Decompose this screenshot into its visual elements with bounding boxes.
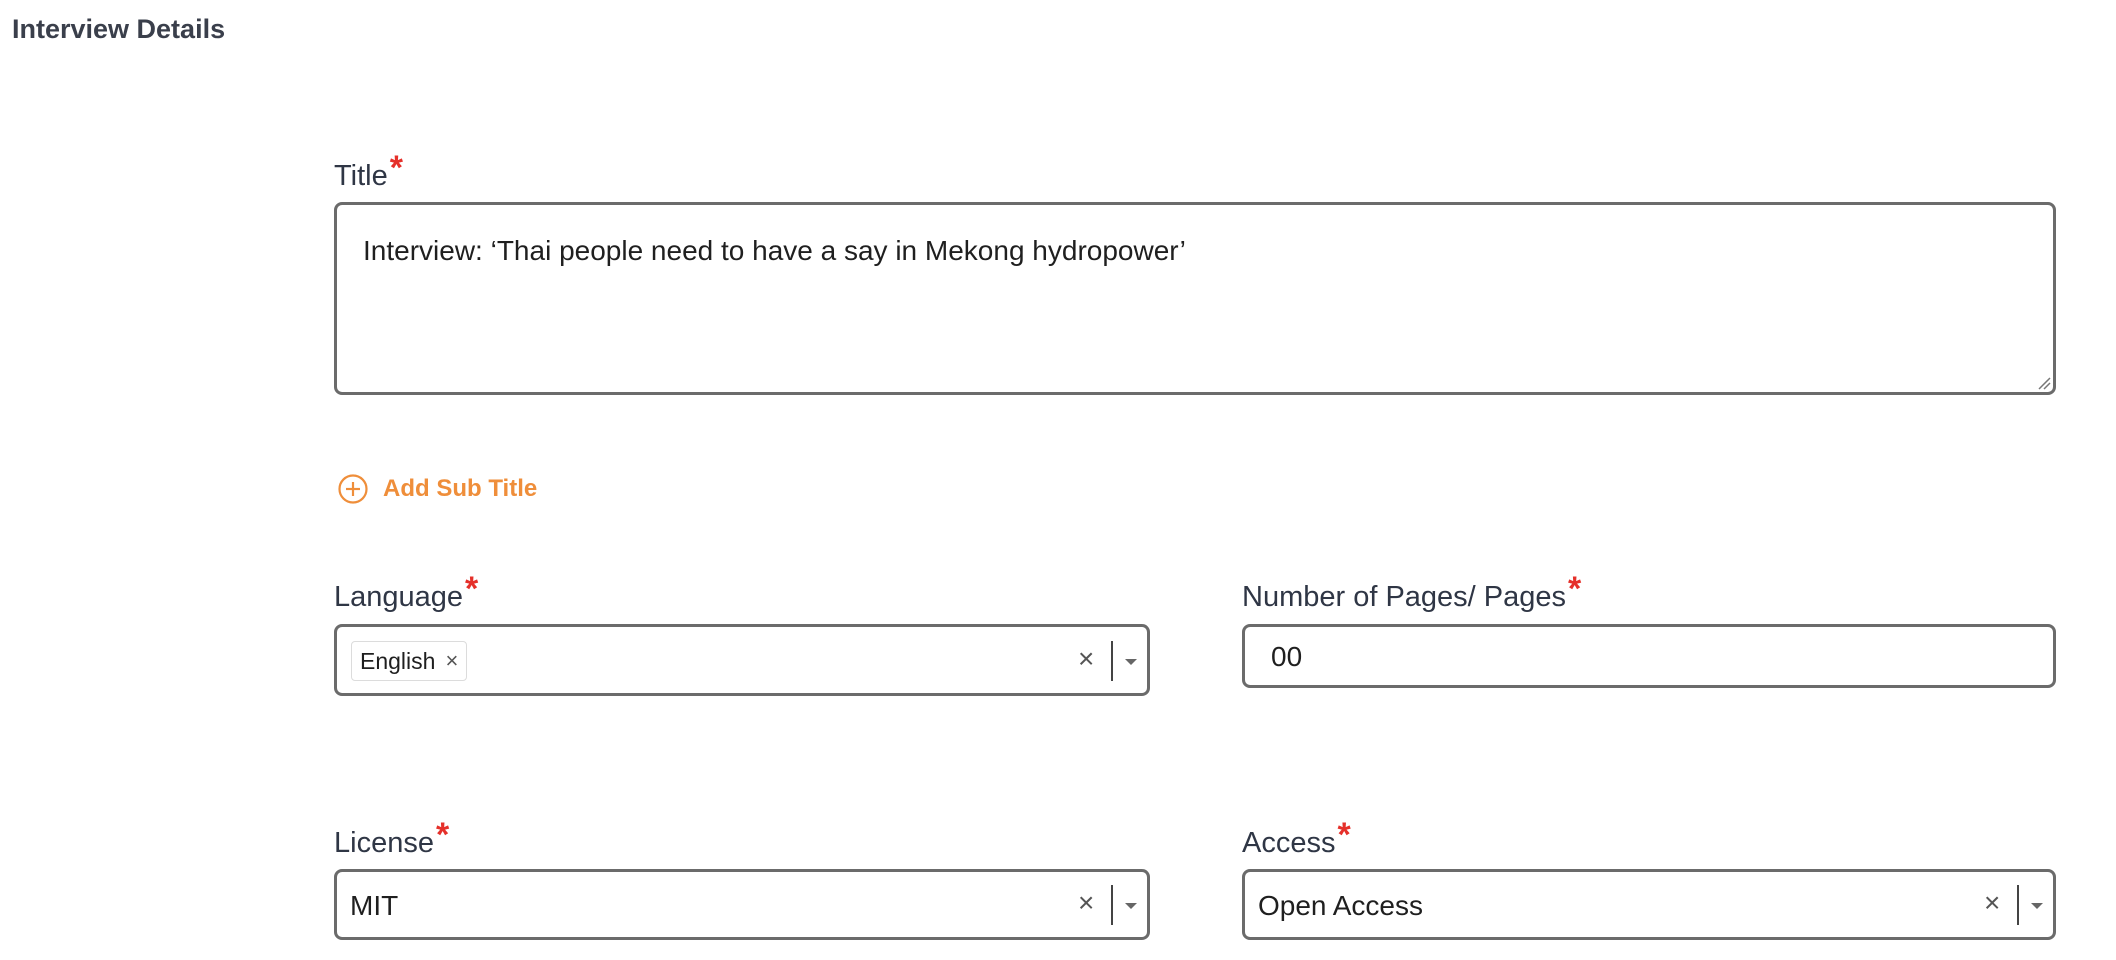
pages-input-value: 00 xyxy=(1271,641,1303,672)
title-label-text: Title xyxy=(334,160,388,192)
separator xyxy=(1111,885,1113,925)
title-textarea-value: Interview: ‘Thai people need to have a s… xyxy=(363,235,1186,266)
plus-circle-icon xyxy=(338,474,368,504)
access-label: Access* xyxy=(1242,818,1351,860)
clear-icon[interactable]: × xyxy=(1984,887,2000,919)
access-select[interactable]: Open Access × xyxy=(1242,869,2056,940)
add-subtitle-button[interactable]: Add Sub Title xyxy=(337,473,537,505)
required-asterisk: * xyxy=(1337,816,1351,854)
add-subtitle-label: Add Sub Title xyxy=(383,475,538,502)
chevron-down-icon[interactable] xyxy=(2031,903,2043,909)
required-asterisk: * xyxy=(1568,570,1582,608)
chevron-down-icon[interactable] xyxy=(1125,659,1137,665)
title-textarea[interactable]: Interview: ‘Thai people need to have a s… xyxy=(334,202,2056,395)
language-tag-label: English xyxy=(360,647,436,674)
clear-icon[interactable]: × xyxy=(1078,643,1094,675)
required-asterisk: * xyxy=(465,570,479,608)
license-label: License* xyxy=(334,818,449,860)
resize-grip-icon[interactable] xyxy=(2035,374,2051,390)
section-title: Interview Details xyxy=(12,14,226,44)
language-select[interactable]: English × × xyxy=(334,624,1150,696)
required-asterisk: * xyxy=(435,816,450,854)
language-tag-english: English × xyxy=(351,641,468,681)
pages-label-text: Number of Pages/ Pages xyxy=(1242,581,1567,613)
separator xyxy=(2017,885,2019,925)
title-label: Title* xyxy=(334,151,403,193)
license-select[interactable]: MIT × xyxy=(334,869,1150,940)
language-label-text: Language xyxy=(334,581,464,613)
license-select-value: MIT xyxy=(350,890,399,921)
language-label: Language* xyxy=(334,572,478,614)
pages-label: Number of Pages/ Pages* xyxy=(1242,572,1581,614)
chevron-down-icon[interactable] xyxy=(1125,903,1137,909)
access-label-text: Access xyxy=(1242,827,1336,859)
separator xyxy=(1111,641,1113,681)
clear-icon[interactable]: × xyxy=(1078,887,1094,919)
pages-input[interactable]: 00 xyxy=(1242,624,2056,688)
remove-tag-icon[interactable]: × xyxy=(445,648,458,674)
license-label-text: License xyxy=(334,827,434,859)
access-select-value: Open Access xyxy=(1258,890,1423,921)
required-asterisk: * xyxy=(389,149,403,187)
